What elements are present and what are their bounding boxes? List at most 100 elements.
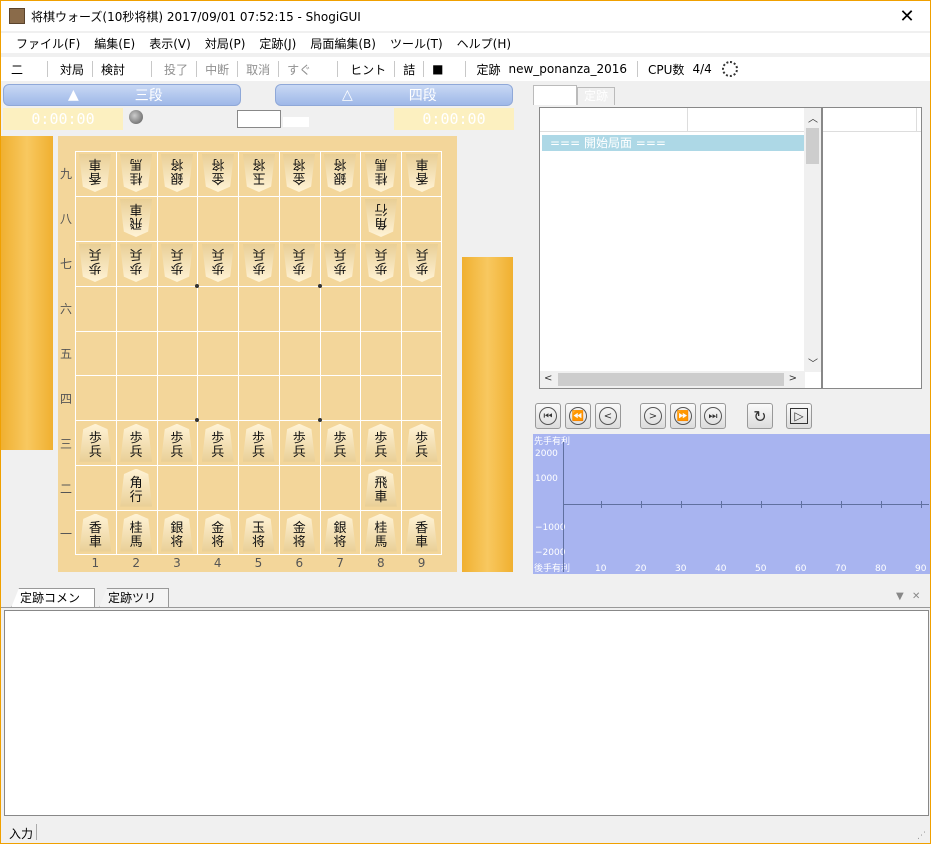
kifu-hscroll-thumb[interactable] — [558, 373, 784, 386]
toolbar-play-button[interactable]: 対局 — [54, 61, 90, 78]
toolbar-mate-button[interactable]: 詰 — [397, 61, 421, 78]
flip-board-button[interactable]: ↻ — [747, 403, 773, 429]
gote-piece[interactable]: 桂馬 — [365, 154, 397, 192]
sente-piece[interactable]: 歩兵 — [242, 423, 275, 462]
menu-file[interactable]: ファイル(F) — [9, 35, 87, 52]
status-separator — [36, 824, 37, 840]
gote-piece[interactable]: 歩兵 — [161, 244, 193, 282]
move-input-box[interactable] — [237, 110, 281, 128]
sente-piece[interactable]: 香車 — [405, 513, 438, 552]
gote-piece[interactable]: 桂馬 — [120, 154, 152, 192]
resize-grip-icon[interactable]: ⋰ — [917, 831, 926, 841]
scroll-right-icon[interactable]: > — [789, 373, 797, 384]
sente-piece-stand[interactable] — [462, 257, 513, 572]
pane-close-icon[interactable]: ✕ — [912, 591, 920, 602]
gote-piece[interactable]: 歩兵 — [202, 244, 234, 282]
menu-view[interactable]: 表示(V) — [142, 35, 198, 52]
move-comment-box[interactable] — [822, 107, 922, 389]
gote-piece[interactable]: 歩兵 — [324, 244, 356, 282]
kifu-move-row[interactable]: === 開始局面 === — [542, 135, 804, 151]
evaluation-graph[interactable]: 先手有利 後手有利 2000 1000 −1000 −2000 10 20 30 40… — [533, 434, 930, 574]
gote-piece[interactable]: 香車 — [79, 154, 111, 192]
sente-piece[interactable]: 角行 — [120, 468, 153, 507]
scroll-up-icon[interactable]: ︿ — [808, 110, 818, 125]
sente-piece[interactable]: 香車 — [79, 513, 112, 552]
gote-piece[interactable]: 歩兵 — [365, 244, 397, 282]
close-button[interactable]: ✕ — [884, 1, 930, 31]
sente-piece[interactable]: 桂馬 — [364, 513, 397, 552]
sente-piece[interactable]: 歩兵 — [364, 423, 397, 462]
gote-piece[interactable]: 銀将 — [161, 154, 193, 192]
kifu-list[interactable]: === 開始局面 === ︿ ﹀ < > — [539, 107, 822, 389]
gote-mark-icon: △ — [342, 87, 353, 103]
menu-edit[interactable]: 編集(E) — [87, 35, 142, 52]
sente-piece[interactable]: 歩兵 — [283, 423, 316, 462]
scroll-down-icon[interactable]: ﹀ — [808, 355, 818, 370]
gote-piece[interactable]: 歩兵 — [243, 244, 275, 282]
gote-piece[interactable]: 金将 — [283, 154, 315, 192]
refresh-icon[interactable] — [721, 61, 738, 77]
toolbar-hint-button[interactable]: ヒント — [344, 61, 392, 78]
first-move-button[interactable]: ⏮ — [535, 403, 561, 429]
gote-piece[interactable]: 歩兵 — [283, 244, 315, 282]
kifu-header-col[interactable] — [688, 108, 805, 132]
sente-piece[interactable]: 歩兵 — [324, 423, 357, 462]
board-grid-line — [197, 151, 199, 555]
sente-piece[interactable]: 歩兵 — [160, 423, 193, 462]
last-move-button[interactable]: ⏭ — [700, 403, 726, 429]
gote-piece[interactable]: 角行 — [365, 199, 397, 237]
gote-piece[interactable]: 銀将 — [324, 154, 356, 192]
sente-piece[interactable]: 歩兵 — [79, 423, 112, 462]
sente-piece[interactable]: 飛車 — [364, 468, 397, 507]
sente-piece[interactable]: 桂馬 — [120, 513, 153, 552]
toolbar-new-button[interactable]: 二 — [5, 61, 29, 78]
prev-move-button[interactable]: < — [595, 403, 621, 429]
piece-glyph: 歩 — [211, 430, 225, 446]
stop-icon[interactable]: ■ — [426, 62, 449, 76]
gote-piece[interactable]: 金将 — [202, 154, 234, 192]
kifu-vscroll-thumb[interactable] — [806, 128, 819, 164]
gote-piece[interactable]: 飛車 — [120, 199, 152, 237]
next-move-button[interactable]: > — [640, 403, 666, 429]
menu-game[interactable]: 対局(P) — [198, 35, 253, 52]
gote-piece[interactable]: 歩兵 — [79, 244, 111, 282]
kifu-horizontal-scrollbar[interactable]: < > — [540, 371, 805, 388]
menu-help[interactable]: ヘルプ(H) — [450, 35, 518, 52]
file-label: 5 — [254, 556, 263, 570]
menu-position-edit[interactable]: 局面編集(B) — [303, 35, 383, 52]
gote-piece-stand[interactable] — [1, 136, 53, 450]
pane-menu-icon[interactable]: ▼ — [896, 591, 904, 602]
menu-tools[interactable]: ツール(T) — [383, 35, 450, 52]
tab-kifu[interactable] — [533, 85, 577, 105]
sente-piece[interactable]: 銀将 — [160, 513, 193, 552]
tab-joseki[interactable]: 定跡 — [577, 87, 615, 105]
autoplay-button[interactable]: ▷ — [786, 403, 812, 429]
toolbar-analyze-button[interactable]: 検討 — [95, 61, 131, 78]
tab-joseki-tree[interactable]: 定跡ツリー — [99, 588, 169, 608]
sente-piece[interactable]: 銀将 — [324, 513, 357, 552]
toolbar-undo-button[interactable]: 取消 — [240, 61, 276, 78]
board-grid-line — [319, 151, 321, 555]
gote-piece[interactable]: 玉将 — [243, 154, 275, 192]
sente-piece[interactable]: 歩兵 — [120, 423, 153, 462]
gote-piece[interactable]: 歩兵 — [120, 244, 152, 282]
kifu-header-col[interactable] — [540, 108, 688, 132]
kifu-vertical-scrollbar[interactable]: ︿ ﹀ — [804, 108, 821, 372]
toolbar-suspend-button[interactable]: 中断 — [199, 61, 235, 78]
sente-piece[interactable]: 歩兵 — [201, 423, 234, 462]
back-ten-button[interactable]: ⏪ — [565, 403, 591, 429]
sente-piece[interactable]: 金将 — [201, 513, 234, 552]
sente-piece[interactable]: 金将 — [283, 513, 316, 552]
gote-piece[interactable]: 香車 — [406, 154, 438, 192]
gote-piece[interactable]: 歩兵 — [406, 244, 438, 282]
toolbar-resign-button[interactable]: 投了 — [158, 61, 194, 78]
piece-glyph: 車 — [129, 201, 143, 217]
sente-piece[interactable]: 歩兵 — [405, 423, 438, 462]
forward-ten-button[interactable]: ⏩ — [670, 403, 696, 429]
joseki-comment-area[interactable] — [4, 610, 929, 816]
tab-joseki-comment[interactable]: 定跡コメント — [11, 588, 95, 608]
scroll-left-icon[interactable]: < — [544, 373, 552, 384]
menu-joseki[interactable]: 定跡(J) — [252, 35, 303, 52]
toolbar-move-now-button[interactable]: すぐ — [281, 61, 317, 78]
sente-piece[interactable]: 玉将 — [242, 513, 275, 552]
